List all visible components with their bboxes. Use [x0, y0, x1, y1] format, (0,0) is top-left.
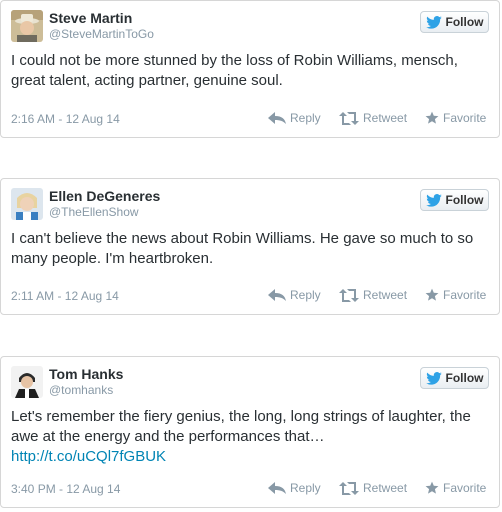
tweet-text: Let's remember the fiery genius, the lon…: [11, 407, 489, 467]
retweet-button[interactable]: Retweet: [339, 288, 407, 302]
reply-button[interactable]: Reply: [268, 288, 321, 302]
twitter-bird-icon: [425, 193, 442, 207]
author-handle[interactable]: @TheEllenShow: [49, 205, 139, 219]
reply-icon: [268, 112, 286, 124]
reply-icon: [268, 482, 286, 494]
author-handle[interactable]: @SteveMartinToGo: [49, 27, 154, 41]
avatar[interactable]: [11, 366, 43, 398]
tweet-card: Tom Hanks @tomhanks Follow Let's remembe…: [0, 356, 500, 508]
timestamp-link[interactable]: 2:11 AM - 12 Aug 14: [11, 289, 119, 303]
star-icon: [425, 288, 439, 301]
retweet-label: Retweet: [363, 481, 408, 495]
follow-label: Follow: [445, 15, 484, 29]
author-name[interactable]: Ellen DeGeneres: [49, 188, 160, 204]
star-icon: [425, 481, 439, 494]
reply-button[interactable]: Reply: [268, 481, 321, 495]
tweet-footer: 3:40 PM - 12 Aug 14 Reply Retweet Favori…: [11, 481, 489, 497]
author-name[interactable]: Steve Martin: [49, 10, 132, 26]
avatar[interactable]: [11, 10, 43, 42]
author-handle[interactable]: @tomhanks: [49, 383, 113, 397]
star-icon: [425, 111, 439, 124]
tweet-text: I can't believe the news about Robin Wil…: [11, 229, 489, 269]
retweet-button[interactable]: Retweet: [339, 111, 407, 125]
retweet-icon: [339, 111, 359, 125]
follow-button[interactable]: Follow: [420, 367, 489, 389]
avatar[interactable]: [11, 188, 43, 220]
favorite-button[interactable]: Favorite: [425, 481, 486, 495]
timestamp-link[interactable]: 2:16 AM - 12 Aug 14: [11, 112, 120, 126]
reply-label: Reply: [290, 111, 321, 125]
retweet-icon: [339, 288, 359, 302]
follow-button[interactable]: Follow: [420, 11, 489, 33]
timestamp-link[interactable]: 3:40 PM - 12 Aug 14: [11, 482, 120, 496]
favorite-label: Favorite: [443, 111, 487, 125]
reply-label: Reply: [290, 288, 321, 302]
follow-label: Follow: [445, 193, 484, 207]
favorite-button[interactable]: Favorite: [425, 111, 486, 125]
favorite-label: Favorite: [443, 481, 487, 495]
retweet-label: Retweet: [363, 111, 408, 125]
tweet-text: I could not be more stunned by the loss …: [11, 51, 489, 91]
favorite-button[interactable]: Favorite: [425, 288, 486, 302]
retweet-button[interactable]: Retweet: [339, 481, 407, 495]
tweet-body: I could not be more stunned by the loss …: [11, 52, 458, 89]
follow-label: Follow: [445, 371, 484, 385]
author-name[interactable]: Tom Hanks: [49, 366, 123, 382]
retweet-icon: [339, 481, 359, 495]
tweet-footer: 2:16 AM - 12 Aug 14 Reply Retweet Favori…: [11, 111, 489, 127]
tweet-body: Let's remember the fiery genius, the lon…: [11, 408, 471, 445]
reply-label: Reply: [290, 481, 321, 495]
retweet-label: Retweet: [363, 288, 408, 302]
tweet-card: Ellen DeGeneres @TheEllenShow Follow I c…: [0, 178, 500, 315]
reply-button[interactable]: Reply: [268, 111, 321, 125]
tweet-body: I can't believe the news about Robin Wil…: [11, 230, 474, 267]
twitter-bird-icon: [425, 15, 442, 29]
tweet-link[interactable]: http://t.co/uCQl7fGBUK: [11, 448, 166, 465]
tweet-card: Steve Martin @SteveMartinToGo Follow I c…: [0, 0, 500, 138]
tweet-footer: 2:11 AM - 12 Aug 14 Reply Retweet Favori…: [11, 288, 489, 304]
favorite-label: Favorite: [443, 288, 487, 302]
twitter-bird-icon: [425, 371, 442, 385]
reply-icon: [268, 289, 286, 301]
follow-button[interactable]: Follow: [420, 189, 489, 211]
